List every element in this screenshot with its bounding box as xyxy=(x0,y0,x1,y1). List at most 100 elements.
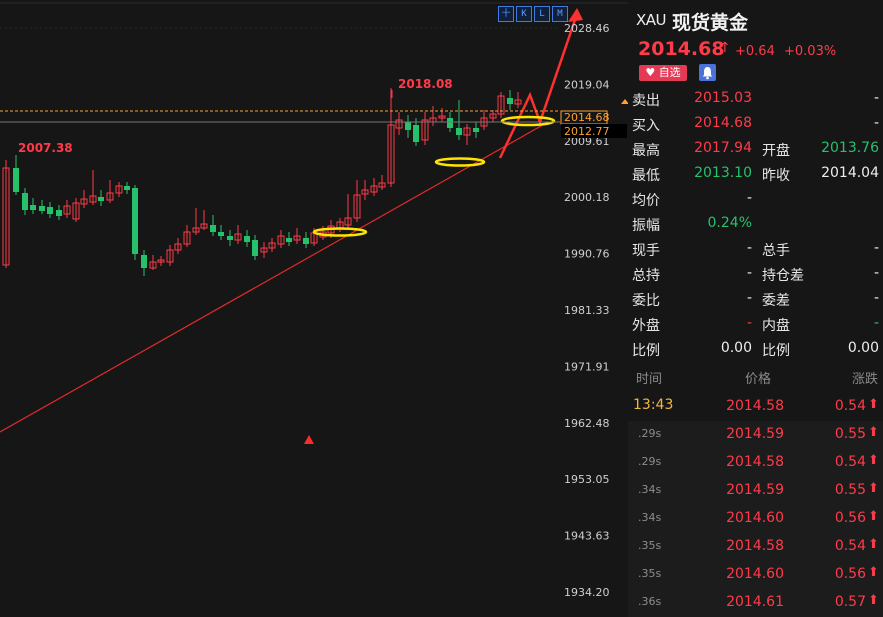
ticks-time-header: 时间 xyxy=(636,372,663,387)
candle xyxy=(227,236,233,240)
signal-marker xyxy=(304,435,314,444)
candle xyxy=(218,232,224,236)
high-label: 2018.08 xyxy=(398,77,453,91)
up-arrow-icon: ⬆ xyxy=(868,593,879,608)
quote-label: 委比 xyxy=(632,293,660,309)
candle xyxy=(303,238,309,244)
candle xyxy=(30,205,36,210)
y-tick-label: 1962.48 xyxy=(564,417,610,430)
low-label: 2007.38 xyxy=(18,141,73,155)
candle xyxy=(405,122,411,130)
candle xyxy=(124,186,130,190)
candle xyxy=(22,193,28,210)
quote-value: - xyxy=(746,190,752,206)
ticks-price-header: 价格 xyxy=(745,372,772,387)
indicator-tool-button[interactable]: M xyxy=(552,6,568,22)
trend-line xyxy=(0,121,549,433)
tick-change: 0.55 xyxy=(834,482,866,498)
candle xyxy=(56,210,62,216)
up-arrow-icon: ⬆ xyxy=(868,509,879,524)
crosshair-tool-button[interactable]: 十 xyxy=(498,6,514,22)
quote-label: 开盘 xyxy=(762,143,790,159)
y-axis: 2028.462019.042009.612000.181990.761981.… xyxy=(564,22,610,599)
tick-change: 0.54 xyxy=(834,398,866,414)
tick-time: .34s xyxy=(638,511,662,524)
tick-row: 13:43 2014.58 0.54 ⬆ xyxy=(628,393,883,421)
quote-label: 总持 xyxy=(632,268,660,284)
quote-label: 内盘 xyxy=(762,318,790,334)
quote-value: 2017.94 xyxy=(694,140,752,156)
y-tick-label: 1953.05 xyxy=(564,473,610,486)
tick-time: .35s xyxy=(638,539,662,552)
y-tick-label: 1971.91 xyxy=(564,360,610,373)
candle xyxy=(39,206,45,211)
quote-value: 0.00 xyxy=(720,340,752,356)
quote-value: - xyxy=(746,240,752,256)
support-ellipse xyxy=(500,115,556,127)
symbol-code: XAU xyxy=(636,11,667,29)
crosshair-tag: 2012.77 xyxy=(564,125,610,138)
y-tick-label: 1934.20 xyxy=(564,586,610,599)
price-change: +0.64 xyxy=(735,44,775,59)
up-arrow-icon: ⬆ xyxy=(868,397,879,412)
bell-icon xyxy=(702,67,713,80)
y-tick-label: 1943.63 xyxy=(564,530,610,543)
up-arrow-icon: ⬆ xyxy=(868,453,879,468)
add-favorite-button[interactable]: ♥ 自选 xyxy=(639,65,687,81)
arrow-head xyxy=(568,8,583,22)
chart-toolbar: 十 K L M xyxy=(498,6,568,22)
quote-value: - xyxy=(873,115,879,131)
quote-row: 委比 - 委差 - xyxy=(628,288,883,313)
tick-row: .35s 2014.60 0.56 ⬆ xyxy=(628,561,883,589)
quote-row: 最低 2013.10 昨收 2014.04 xyxy=(628,163,883,188)
favorite-label: 自选 xyxy=(658,66,681,79)
tick-price: 2014.58 xyxy=(726,398,784,414)
quote-row: 比例 0.00 比例 0.00 xyxy=(628,338,883,363)
symbol-name: 现货黄金 xyxy=(672,12,749,34)
candle xyxy=(473,128,479,132)
quote-row: 均价 - xyxy=(628,188,883,213)
tick-change: 0.56 xyxy=(834,566,866,582)
candle xyxy=(413,125,419,142)
tick-price: 2014.59 xyxy=(726,482,784,498)
quote-row: 外盘 - 内盘 - xyxy=(628,313,883,338)
alert-bell-button[interactable] xyxy=(699,64,716,81)
quote-value: - xyxy=(746,265,752,281)
quote-panel: XAU 现货黄金 2014.68 ↑ +0.64 +0.03% ♥ 自选 卖出 2… xyxy=(628,0,883,617)
tick-price: 2014.61 xyxy=(726,594,784,610)
quote-row: 最高 2017.94 开盘 2013.76 xyxy=(628,138,883,163)
last-price: 2014.68 xyxy=(638,38,725,60)
candle xyxy=(456,128,462,135)
tick-change: 0.56 xyxy=(834,510,866,526)
y-tick-label: 2000.18 xyxy=(564,191,610,204)
y-tick-label: 1990.76 xyxy=(564,248,610,261)
quote-label: 均价 xyxy=(632,193,660,209)
quote-label: 持仓差 xyxy=(762,268,804,284)
tick-row: .36s 2014.61 0.57 ⬆ xyxy=(628,589,883,617)
kline-chart[interactable]: 2018.08 2007.38 2028.462019.042009.61200… xyxy=(0,0,628,614)
tick-price: 2014.60 xyxy=(726,566,784,582)
up-arrow-icon: ↑ xyxy=(719,40,731,56)
candle xyxy=(141,255,147,268)
tick-time: .35s xyxy=(638,567,662,580)
candlestick-series xyxy=(2,88,522,276)
line-tool-button[interactable]: L xyxy=(534,6,550,22)
quote-value: 0.00 xyxy=(847,340,879,356)
candle xyxy=(47,207,53,214)
tick-price: 2014.59 xyxy=(726,426,784,442)
quote-label: 买入 xyxy=(632,118,660,134)
candle xyxy=(252,240,258,256)
quote-label: 外盘 xyxy=(632,318,660,334)
quote-label: 最低 xyxy=(632,168,660,184)
quote-value: 2013.10 xyxy=(694,165,752,181)
quote-label: 振幅 xyxy=(632,218,660,234)
quote-row: 卖出 2015.03 - xyxy=(628,88,883,113)
candle xyxy=(244,236,250,242)
quote-label: 委差 xyxy=(762,293,790,309)
quote-label: 昨收 xyxy=(762,168,790,184)
quote-row: 振幅 0.24% xyxy=(628,213,883,238)
kline-tool-button[interactable]: K xyxy=(516,6,532,22)
tick-row: .35s 2014.58 0.54 ⬆ xyxy=(628,533,883,561)
up-arrow-icon: ⬆ xyxy=(868,565,879,580)
tick-row: .34s 2014.59 0.55 ⬆ xyxy=(628,477,883,505)
